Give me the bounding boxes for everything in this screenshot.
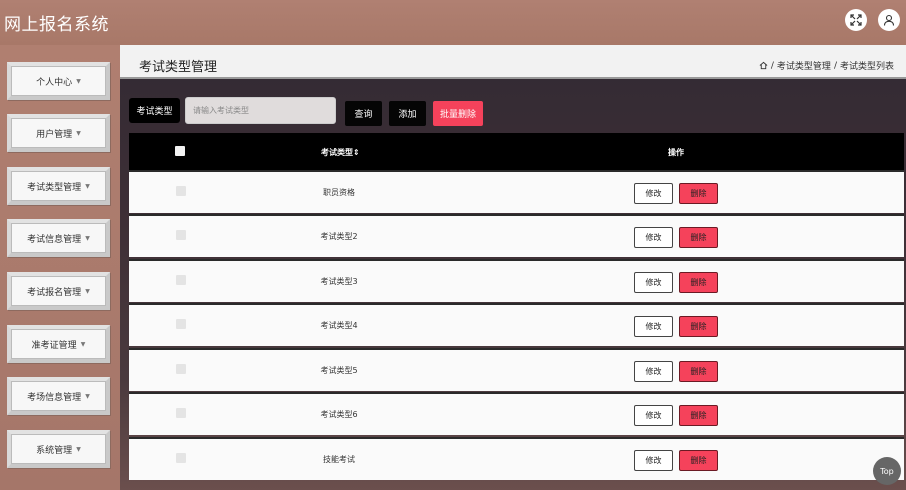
- delete-button[interactable]: 删除: [679, 361, 718, 382]
- cell-exam-type: 考试类型6: [320, 410, 358, 419]
- breadcrumb: / 考试类型管理 / 考试类型列表: [759, 59, 894, 72]
- main-content: 考试类型管理 / 考试类型管理 / 考试类型列表 考试类型 查询 添加 批量删除…: [120, 45, 906, 490]
- row-checkbox[interactable]: [176, 275, 186, 285]
- sidebar-item-label: 考试类型管理: [27, 182, 82, 193]
- page-header: 考试类型管理 / 考试类型管理 / 考试类型列表: [120, 45, 906, 79]
- sidebar-item-personal-center[interactable]: 个人中心 ▼: [7, 62, 110, 100]
- fullscreen-icon: [850, 11, 862, 30]
- caret-down-icon: ▼: [85, 182, 90, 190]
- search-label: 考试类型: [129, 98, 180, 123]
- table-row: 考试类型2 修改 删除: [129, 214, 904, 257]
- sidebar-item-user-management[interactable]: 用户管理 ▼: [7, 114, 110, 152]
- select-all-checkbox[interactable]: [175, 146, 185, 156]
- delete-button[interactable]: 删除: [679, 227, 718, 248]
- row-checkbox[interactable]: [176, 186, 186, 196]
- breadcrumb-level1[interactable]: 考试类型管理: [777, 59, 831, 72]
- cell-exam-type: 技能考试: [323, 455, 355, 464]
- sidebar-item-label: 考试报名管理: [27, 287, 82, 298]
- page-title: 考试类型管理: [139, 60, 218, 75]
- column-header-exam-type[interactable]: 考试类型⇕: [321, 147, 360, 158]
- breadcrumb-level2: 考试类型列表: [839, 62, 894, 72]
- row-checkbox[interactable]: [176, 453, 186, 463]
- table-row: 考试类型3 修改 删除: [129, 259, 904, 302]
- batch-delete-button[interactable]: 批量删除: [433, 101, 483, 126]
- user-button[interactable]: [878, 9, 900, 31]
- column-header-actions: 操作: [668, 148, 684, 157]
- sidebar-item-system-management[interactable]: 系统管理 ▼: [7, 430, 110, 468]
- delete-button[interactable]: 删除: [679, 183, 718, 204]
- cell-exam-type: 考试类型5: [320, 366, 358, 375]
- sidebar-item-exam-type-management[interactable]: 考试类型管理 ▼: [7, 167, 110, 205]
- sidebar-item-exam-room-management[interactable]: 考场信息管理 ▼: [7, 377, 110, 415]
- search-input[interactable]: [185, 97, 336, 124]
- edit-button[interactable]: 修改: [634, 316, 673, 337]
- table-row: 考试类型5 修改 删除: [129, 348, 904, 391]
- table-row: 考试类型6 修改 删除: [129, 392, 904, 435]
- sidebar-item-label: 准考证管理: [31, 340, 77, 351]
- row-checkbox[interactable]: [176, 408, 186, 418]
- caret-down-icon: ▼: [76, 129, 81, 137]
- sidebar-item-label: 考场信息管理: [27, 392, 82, 403]
- row-checkbox[interactable]: [176, 230, 186, 240]
- sidebar: 个人中心 ▼ 用户管理 ▼ 考试类型管理 ▼ 考试信息管理 ▼ 考试报名管理 ▼ 准考证管…: [0, 45, 120, 490]
- delete-button[interactable]: 删除: [679, 450, 718, 471]
- row-checkbox[interactable]: [176, 364, 186, 374]
- delete-button[interactable]: 删除: [679, 405, 718, 426]
- caret-down-icon: ▼: [80, 340, 86, 348]
- sort-icon[interactable]: ⇕: [353, 148, 360, 157]
- sidebar-item-label: 用户管理: [36, 129, 73, 140]
- add-button[interactable]: 添加: [389, 101, 426, 126]
- caret-down-icon: ▼: [85, 392, 90, 400]
- delete-button[interactable]: 删除: [679, 316, 718, 337]
- sidebar-item-admission-ticket-management[interactable]: 准考证管理 ▼: [7, 325, 110, 363]
- home-icon[interactable]: [759, 61, 768, 70]
- caret-down-icon: ▼: [85, 287, 90, 295]
- table-row: 考试类型4 修改 删除: [129, 303, 904, 346]
- sidebar-item-exam-registration-management[interactable]: 考试报名管理 ▼: [7, 272, 110, 310]
- top-header: 网上报名系统: [0, 0, 906, 45]
- edit-button[interactable]: 修改: [634, 405, 673, 426]
- row-checkbox[interactable]: [176, 319, 186, 329]
- user-icon: [883, 11, 895, 30]
- sidebar-item-label: 个人中心: [36, 77, 73, 88]
- cell-exam-type: 考试类型4: [320, 321, 358, 330]
- caret-down-icon: ▼: [76, 445, 81, 453]
- app-title: 网上报名系统: [4, 15, 109, 35]
- sidebar-item-exam-info-management[interactable]: 考试信息管理 ▼: [7, 219, 110, 257]
- cell-exam-type: 考试类型2: [320, 232, 358, 241]
- breadcrumb-separator: /: [770, 60, 774, 71]
- table-header: 考试类型⇕ 操作: [129, 133, 904, 170]
- edit-button[interactable]: 修改: [634, 361, 673, 382]
- sidebar-item-label: 系统管理: [36, 445, 73, 456]
- fullscreen-button[interactable]: [845, 9, 867, 31]
- sidebar-item-label: 考试信息管理: [27, 234, 82, 245]
- caret-down-icon: ▼: [85, 234, 90, 242]
- breadcrumb-separator: /: [833, 60, 837, 71]
- exam-type-table: 考试类型⇕ 操作 职员资格 修改 删除 考试类型2 修改 删除 考试类型3 修改 删除 考试类型4…: [129, 133, 904, 490]
- edit-button[interactable]: 修改: [634, 227, 673, 248]
- query-button[interactable]: 查询: [345, 101, 382, 126]
- cell-exam-type: 考试类型3: [320, 277, 358, 286]
- caret-down-icon: ▼: [76, 77, 81, 85]
- table-row: 职员资格 修改 删除: [129, 170, 904, 213]
- edit-button[interactable]: 修改: [634, 450, 673, 471]
- cell-exam-type: 职员资格: [323, 188, 355, 197]
- edit-button[interactable]: 修改: [634, 183, 673, 204]
- delete-button[interactable]: 删除: [679, 272, 718, 293]
- back-to-top-button[interactable]: Top: [873, 457, 901, 485]
- column-header-label: 考试类型: [321, 148, 353, 157]
- edit-button[interactable]: 修改: [634, 272, 673, 293]
- table-row: 技能考试 修改 删除: [129, 437, 904, 480]
